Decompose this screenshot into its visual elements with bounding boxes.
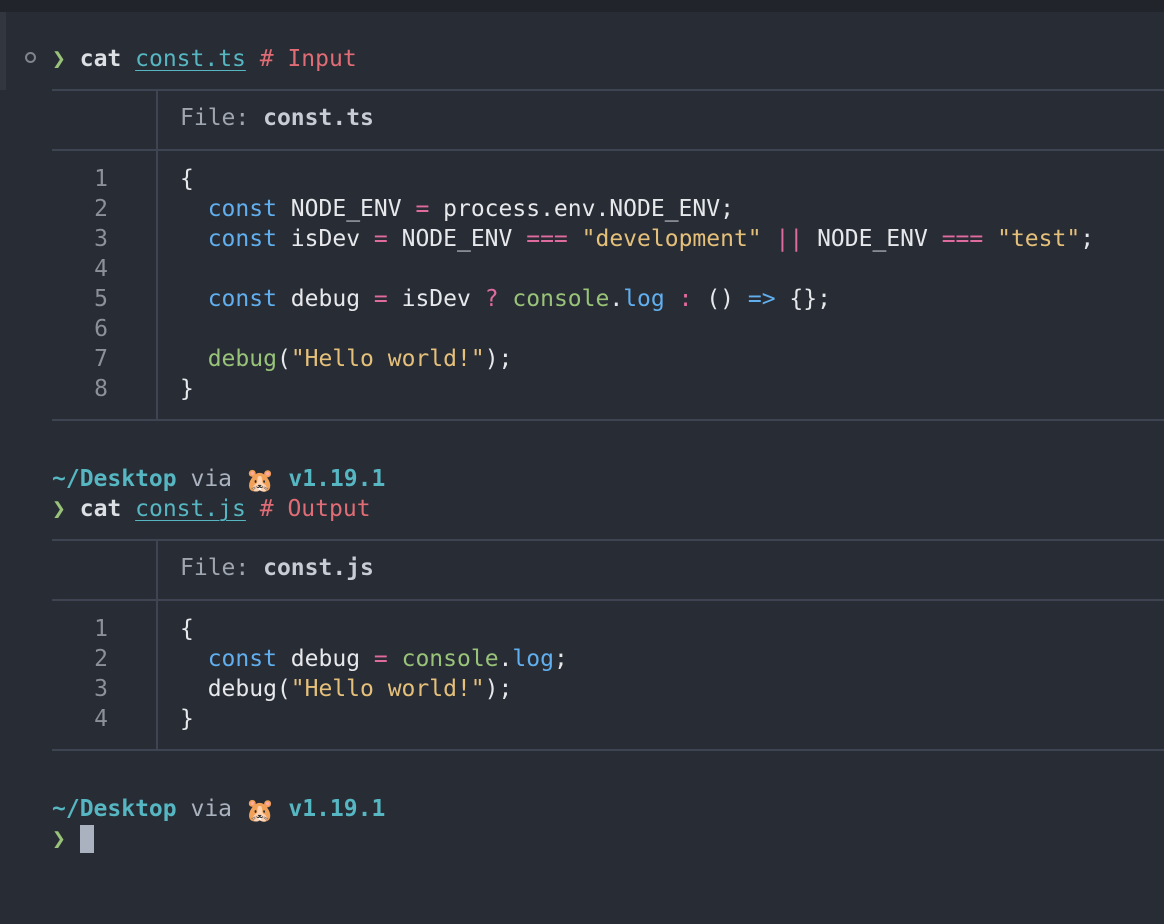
line-number: 7: [94, 346, 108, 372]
line-number: 2: [94, 646, 108, 672]
prompt-info-line: ~/Desktop via 🐹 v1.19.1: [52, 794, 385, 824]
code-line: }: [180, 376, 194, 402]
file-header-input: File: const.ts: [180, 103, 374, 133]
command-line-input: ❯ cat const.ts # Input: [52, 44, 357, 74]
hamster-icon: 🐹: [245, 468, 275, 494]
command-file-link[interactable]: const.js: [135, 496, 246, 522]
code-line: const isDev = NODE_ENV === "development"…: [207, 226, 1095, 252]
file-label: File:: [180, 105, 250, 131]
prompt-path: ~/Desktop: [52, 466, 177, 492]
line-number: 4: [94, 706, 108, 732]
gutter-divider: [156, 89, 158, 149]
command-line-output: ❯ cat const.js # Output: [52, 494, 371, 524]
file-label: File:: [180, 555, 250, 581]
prompt-path: ~/Desktop: [52, 796, 177, 822]
line-number: 4: [94, 256, 108, 282]
terminal-cursor[interactable]: [80, 825, 94, 853]
prompt-info-line: ~/Desktop via 🐹 v1.19.1: [52, 464, 385, 494]
line-number: 1: [94, 616, 108, 642]
command-comment: # Input: [259, 46, 357, 72]
table-border-bottom: [52, 749, 1164, 751]
terminal-top-edge: [0, 0, 1164, 12]
table-border-mid: [52, 599, 1164, 601]
status-circle-icon: [25, 52, 36, 63]
prompt-chevron-icon: ❯: [52, 826, 66, 852]
table-border-top: [52, 89, 1164, 91]
prompt-via: via: [190, 466, 233, 492]
line-number: 1: [94, 166, 108, 192]
line-number: 5: [94, 286, 108, 312]
file-name: const.js: [263, 555, 374, 581]
terminal-left-edge: [0, 12, 6, 90]
command-comment: # Output: [259, 496, 371, 522]
prompt-chevron-icon: ❯: [52, 496, 66, 522]
command-file-link[interactable]: const.ts: [135, 46, 246, 72]
gutter-divider: [156, 149, 158, 419]
prompt-version: v1.19.1: [288, 466, 386, 492]
gutter-divider: [156, 539, 158, 599]
hamster-icon: 🐹: [245, 798, 275, 824]
code-line: const NODE_ENV = process.env.NODE_ENV;: [207, 196, 734, 222]
prompt-via: via: [190, 796, 233, 822]
active-prompt-line[interactable]: ❯: [52, 824, 66, 854]
line-number: 3: [94, 226, 108, 252]
table-border-top: [52, 539, 1164, 541]
line-number: 2: [94, 196, 108, 222]
code-line: }: [180, 706, 194, 732]
line-number: 3: [94, 676, 108, 702]
file-header-output: File: const.js: [180, 553, 374, 583]
line-number: 8: [94, 376, 108, 402]
command-name: cat: [79, 46, 122, 72]
prompt-chevron-icon: ❯: [52, 46, 66, 72]
code-line: const debug = isDev ? console.log : () =…: [207, 286, 831, 312]
code-line: debug("Hello world!");: [207, 346, 513, 372]
code-line: {: [180, 166, 194, 192]
prompt-version: v1.19.1: [288, 796, 386, 822]
table-border-bottom: [52, 419, 1164, 421]
code-line: {: [180, 616, 194, 642]
code-line: debug("Hello world!");: [180, 676, 513, 702]
code-line: const debug = console.log;: [207, 646, 568, 672]
table-border-mid: [52, 149, 1164, 151]
file-name: const.ts: [263, 105, 374, 131]
line-number: 6: [94, 316, 108, 342]
command-name: cat: [79, 496, 122, 522]
gutter-divider: [156, 599, 158, 749]
